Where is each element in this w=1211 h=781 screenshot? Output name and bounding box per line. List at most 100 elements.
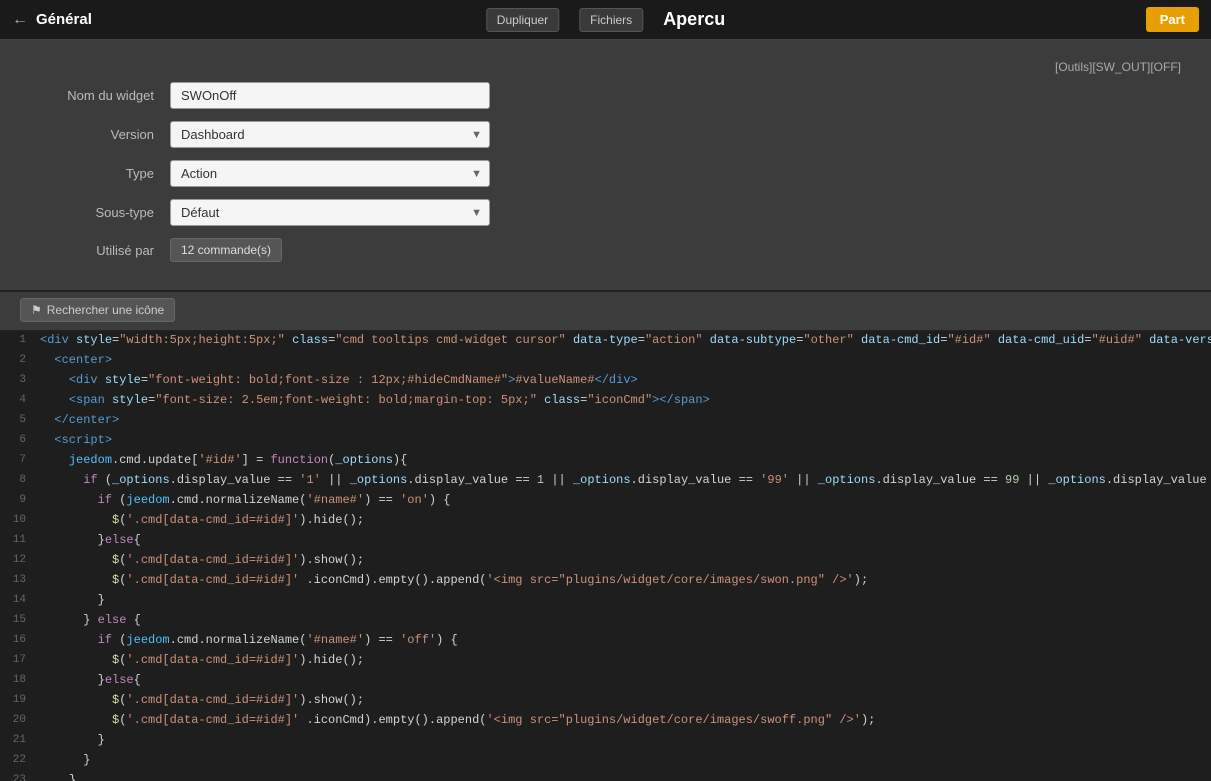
flag-icon: ⚑ (31, 303, 42, 317)
top-bar-center-actions: Dupliquer Fichiers Apercu (486, 8, 725, 32)
commandes-button[interactable]: 12 commande(s) (170, 238, 282, 262)
code-line: 11 }else{ (0, 531, 1211, 551)
line-number: 20 (0, 711, 36, 731)
line-number: 15 (0, 611, 36, 631)
top-bar: ← Général Dupliquer Fichiers Apercu Part (0, 0, 1211, 40)
line-content: } (36, 771, 1211, 781)
code-line: 20 $('.cmd[data-cmd_id=#id#]' .iconCmd).… (0, 711, 1211, 731)
line-number: 21 (0, 731, 36, 751)
code-line: 23 } (0, 771, 1211, 781)
line-number: 10 (0, 511, 36, 531)
code-line: 10 $('.cmd[data-cmd_id=#id#]').hide(); (0, 511, 1211, 531)
line-content: } (36, 751, 1211, 771)
code-line: 1<div style="width:5px;height:5px;" clas… (0, 331, 1211, 351)
line-content: $('.cmd[data-cmd_id=#id#]').show(); (36, 691, 1211, 711)
icon-search-label: Rechercher une icône (47, 303, 164, 317)
line-content: <span style="font-size: 2.5em;font-weigh… (36, 391, 1211, 411)
widget-name-label: Nom du widget (30, 88, 170, 103)
line-content: }else{ (36, 531, 1211, 551)
files-button[interactable]: Fichiers (579, 8, 643, 32)
line-content: </center> (36, 411, 1211, 431)
code-editor[interactable]: 1<div style="width:5px;height:5px;" clas… (0, 331, 1211, 781)
line-number: 14 (0, 591, 36, 611)
line-content: $('.cmd[data-cmd_id=#id#]' .iconCmd).emp… (36, 571, 1211, 591)
code-line: 5 </center> (0, 411, 1211, 431)
line-content: jeedom.cmd.update['#id#'] = function(_op… (36, 451, 1211, 471)
code-line: 2 <center> (0, 351, 1211, 371)
line-content: } (36, 731, 1211, 751)
line-number: 3 (0, 371, 36, 391)
line-number: 4 (0, 391, 36, 411)
version-select-wrapper: Dashboard ▼ (170, 121, 490, 148)
code-line: 8 if (_options.display_value == '1' || _… (0, 471, 1211, 491)
subtype-row: Sous-type Défaut ▼ (30, 199, 1181, 226)
line-content: if (jeedom.cmd.normalizeName('#name#') =… (36, 491, 1211, 511)
code-line: 15 } else { (0, 611, 1211, 631)
duplicate-button[interactable]: Dupliquer (486, 8, 559, 32)
line-number: 9 (0, 491, 36, 511)
line-content: } (36, 591, 1211, 611)
code-line: 7 jeedom.cmd.update['#id#'] = function(_… (0, 451, 1211, 471)
code-line: 13 $('.cmd[data-cmd_id=#id#]' .iconCmd).… (0, 571, 1211, 591)
code-line: 3 <div style="font-weight: bold;font-siz… (0, 371, 1211, 391)
code-line: 16 if (jeedom.cmd.normalizeName('#name#'… (0, 631, 1211, 651)
code-line: 6 <script> (0, 431, 1211, 451)
type-select[interactable]: Action (170, 160, 490, 187)
line-number: 7 (0, 451, 36, 471)
code-line: 17 $('.cmd[data-cmd_id=#id#]').hide(); (0, 651, 1211, 671)
line-content: $('.cmd[data-cmd_id=#id#]').hide(); (36, 651, 1211, 671)
line-number: 16 (0, 631, 36, 651)
line-content: $('.cmd[data-cmd_id=#id#]').show(); (36, 551, 1211, 571)
code-line: 18 }else{ (0, 671, 1211, 691)
line-number: 17 (0, 651, 36, 671)
icon-search-button[interactable]: ⚑ Rechercher une icône (20, 298, 175, 322)
line-content: } else { (36, 611, 1211, 631)
widget-name-input[interactable] (170, 82, 490, 109)
type-label: Type (30, 166, 170, 181)
subtype-label: Sous-type (30, 205, 170, 220)
code-line: 22 } (0, 751, 1211, 771)
widget-name-row: Nom du widget (30, 82, 1181, 109)
line-content: <script> (36, 431, 1211, 451)
version-select[interactable]: Dashboard (170, 121, 490, 148)
version-row: Version Dashboard ▼ (30, 121, 1181, 148)
type-select-wrapper: Action ▼ (170, 160, 490, 187)
line-content: $('.cmd[data-cmd_id=#id#]').hide(); (36, 511, 1211, 531)
line-number: 13 (0, 571, 36, 591)
top-bar-right: Part (1146, 7, 1199, 32)
line-number: 11 (0, 531, 36, 551)
line-number: 5 (0, 411, 36, 431)
code-line: 19 $('.cmd[data-cmd_id=#id#]').show(); (0, 691, 1211, 711)
code-line: 4 <span style="font-size: 2.5em;font-wei… (0, 391, 1211, 411)
line-number: 23 (0, 771, 36, 781)
apercu-label: Apercu (663, 9, 725, 30)
line-content: }else{ (36, 671, 1211, 691)
line-number: 6 (0, 431, 36, 451)
line-number: 12 (0, 551, 36, 571)
line-content: $('.cmd[data-cmd_id=#id#]' .iconCmd).emp… (36, 711, 1211, 731)
page-title-area: ← Général (12, 11, 92, 29)
line-content: if (_options.display_value == '1' || _op… (36, 471, 1211, 491)
line-number: 8 (0, 471, 36, 491)
code-line: 14 } (0, 591, 1211, 611)
used-by-row: Utilisé par 12 commande(s) (30, 238, 1181, 262)
line-content: if (jeedom.cmd.normalizeName('#name#') =… (36, 631, 1211, 651)
type-row: Type Action ▼ (30, 160, 1181, 187)
apercu-outils: [Outils][SW_OUT][OFF] (1055, 60, 1181, 74)
form-section: [Outils][SW_OUT][OFF] Nom du widget Vers… (0, 40, 1211, 292)
line-number: 2 (0, 351, 36, 371)
subtype-select-wrapper: Défaut ▼ (170, 199, 490, 226)
line-content: <center> (36, 351, 1211, 371)
line-number: 19 (0, 691, 36, 711)
version-label: Version (30, 127, 170, 142)
subtype-select[interactable]: Défaut (170, 199, 490, 226)
code-line: 9 if (jeedom.cmd.normalizeName('#name#')… (0, 491, 1211, 511)
page-title: Général (36, 11, 92, 28)
part-button[interactable]: Part (1146, 7, 1199, 32)
code-line: 12 $('.cmd[data-cmd_id=#id#]').show(); (0, 551, 1211, 571)
code-line: 21 } (0, 731, 1211, 751)
line-number: 18 (0, 671, 36, 691)
used-by-label: Utilisé par (30, 243, 170, 258)
line-content: <div style="font-weight: bold;font-size … (36, 371, 1211, 391)
back-icon[interactable]: ← (12, 11, 28, 29)
